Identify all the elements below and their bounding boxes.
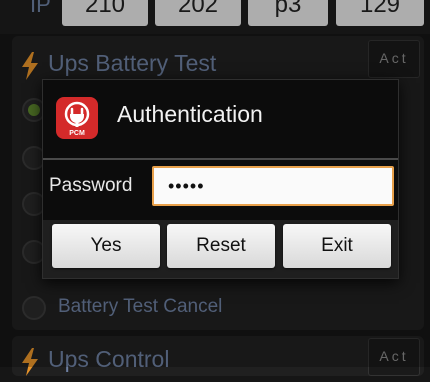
exit-button[interactable]: Exit	[283, 224, 391, 268]
dialog-button-bar: Yes Reset Exit	[43, 220, 398, 278]
dialog-divider	[43, 158, 398, 160]
dialog-header: PCM Authentication	[43, 80, 398, 158]
pcm-app-icon: PCM	[56, 97, 98, 139]
password-field[interactable]	[152, 166, 394, 206]
yes-button[interactable]: Yes	[52, 224, 160, 268]
pcm-icon-text: PCM	[69, 130, 85, 137]
reset-button[interactable]: Reset	[167, 224, 275, 268]
password-label: Password	[49, 175, 133, 196]
authentication-dialog: PCM Authentication Password Yes Reset Ex…	[42, 79, 399, 279]
dialog-title: Authentication	[117, 101, 263, 127]
